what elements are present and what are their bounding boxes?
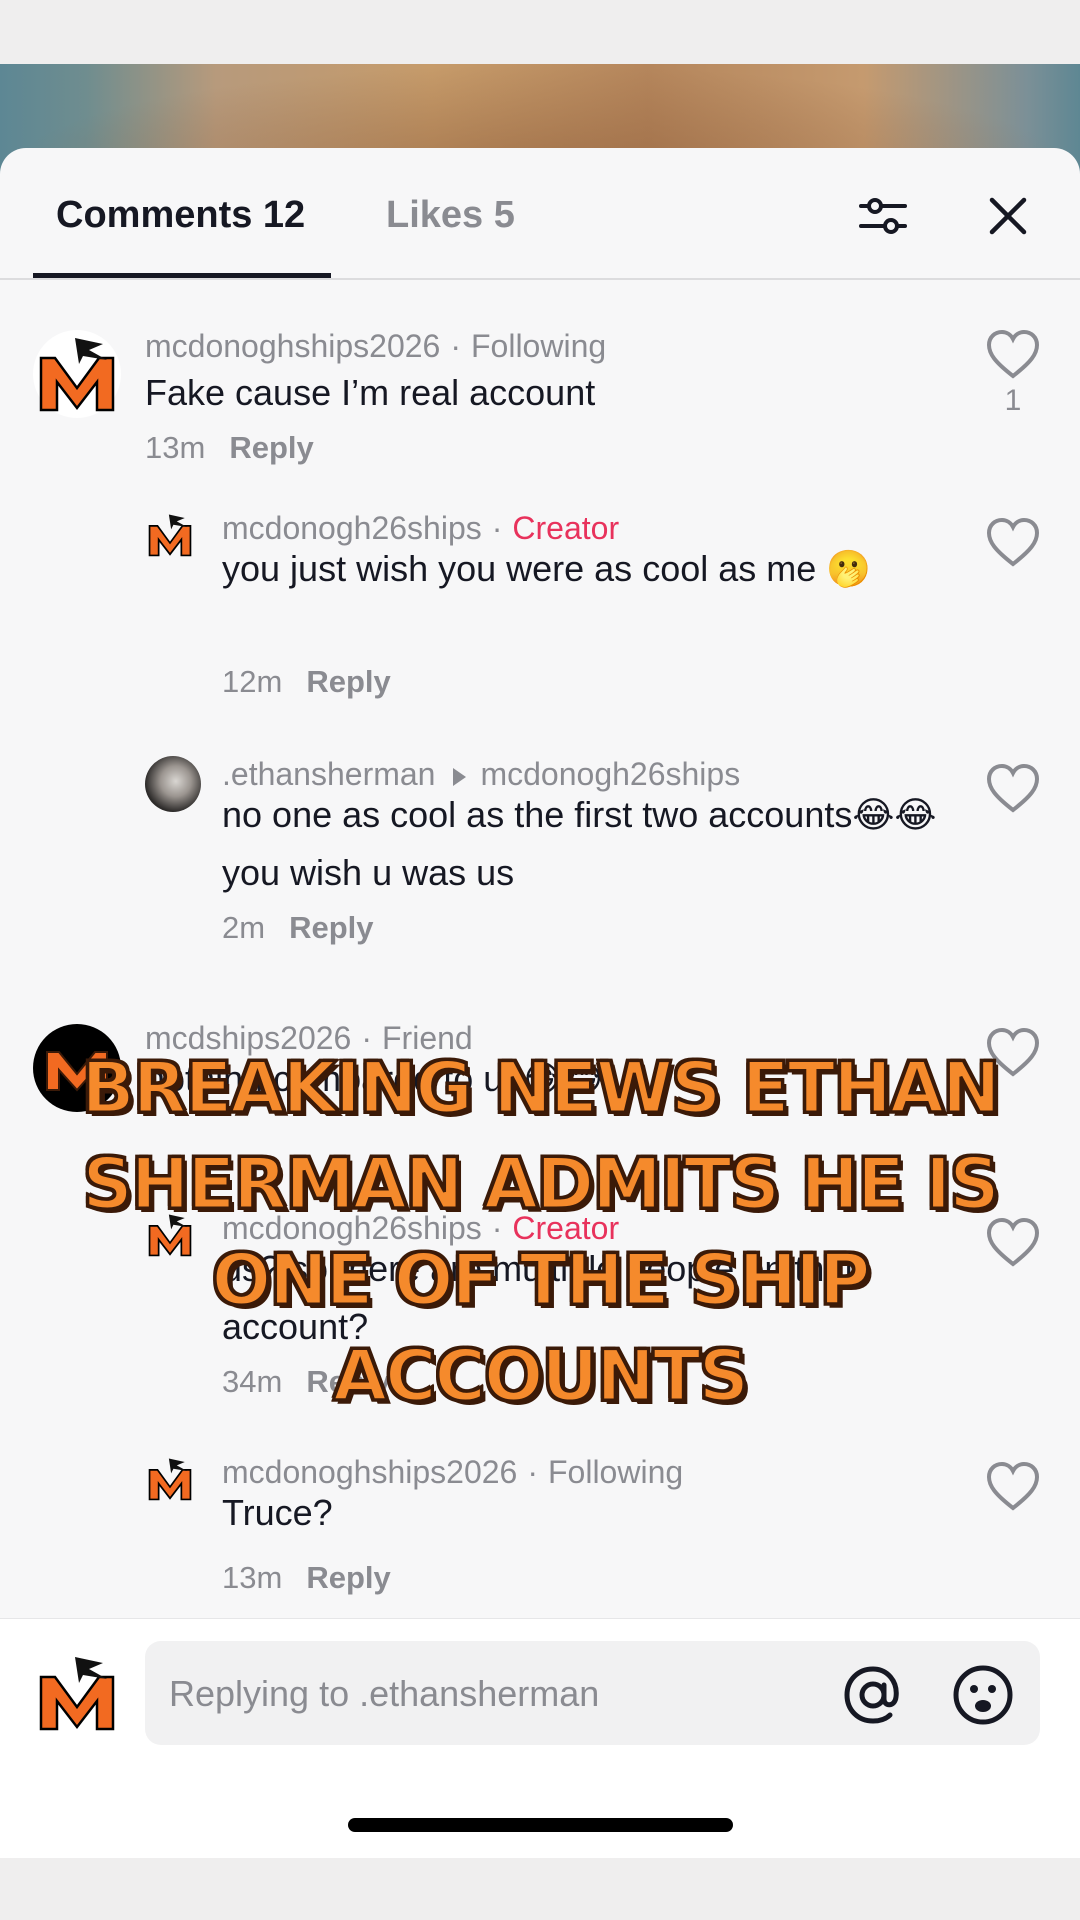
comment-text: Truce? <box>222 1492 333 1533</box>
reply-button[interactable]: Reply <box>306 664 390 699</box>
reply-button[interactable]: Reply <box>229 430 313 465</box>
comment-meta: 12m Reply <box>222 664 391 700</box>
tab-bar: Comments 12 Likes 5 <box>0 148 1080 280</box>
comment-tag: Following <box>470 328 607 364</box>
comment-time: 12m <box>222 664 283 699</box>
heart-outline-icon[interactable] <box>985 516 1041 568</box>
sliders-icon <box>859 198 907 234</box>
heart-outline-icon[interactable] <box>985 328 1041 380</box>
heart-outline-icon[interactable] <box>985 1460 1041 1512</box>
comment-meta: 2m Reply <box>222 910 374 946</box>
bottom-safe-area <box>0 1858 1080 1920</box>
comment-header: mcdonoghships2026 · Following <box>145 328 607 364</box>
avatar[interactable] <box>33 1649 121 1737</box>
emoji-icon[interactable] <box>951 1663 1015 1727</box>
home-indicator[interactable] <box>348 1818 733 1832</box>
tab-likes[interactable]: Likes 5 <box>386 194 515 237</box>
avatar[interactable] <box>145 510 195 560</box>
comment-text: Fake cause I’m real account <box>145 372 596 413</box>
comment-time: 13m <box>222 1560 283 1595</box>
avatar[interactable] <box>145 756 201 812</box>
tab-comments[interactable]: Comments 12 <box>56 194 305 237</box>
comment-meta: 13m Reply <box>145 430 314 466</box>
at-sign-icon[interactable] <box>841 1663 905 1727</box>
comment-time: 13m <box>145 430 206 465</box>
reply-item: mcdonoghships2026 · Following Truce? 13m Re… <box>0 1454 1080 1616</box>
close-button[interactable] <box>978 186 1038 246</box>
reply-button[interactable]: Reply <box>306 1560 390 1595</box>
filter-button[interactable] <box>853 186 913 246</box>
comment-item: mcdonoghships2026 · Following Fake cause I… <box>0 280 1080 510</box>
reply-item: mcdonogh26ships · Creator you just wish yo… <box>0 510 1080 730</box>
avatar[interactable] <box>33 330 121 418</box>
reply-item: .ethansherman mcdonogh26ships no one as c… <box>0 756 1080 976</box>
like-count: 1 <box>1004 384 1022 417</box>
comment-text: you just wish you were as cool as me 🫢 <box>222 548 872 589</box>
comment-time: 2m <box>222 910 266 945</box>
comments-sheet: Comments 12 Likes 5 mcdonoghships2026 · … <box>0 148 1080 1876</box>
active-tab-indicator <box>33 273 331 278</box>
avatar[interactable] <box>145 1454 195 1504</box>
close-icon <box>989 197 1027 235</box>
comment-username[interactable]: mcdonoghships2026 <box>145 328 440 364</box>
reply-arrow-icon <box>453 767 467 786</box>
comment-input[interactable]: Replying to .ethansherman <box>145 1641 1040 1745</box>
heart-outline-icon[interactable] <box>985 762 1041 814</box>
comment-text: no one as cool as the first two accounts… <box>222 794 937 893</box>
comment-meta: 13m Reply <box>222 1560 391 1596</box>
video-caption-overlay: BREAKING NEWS ETHAN SHERMAN ADMITS HE IS… <box>80 1046 1002 1419</box>
reply-button[interactable]: Reply <box>289 910 373 945</box>
comment-input-placeholder: Replying to .ethansherman <box>169 1673 600 1714</box>
